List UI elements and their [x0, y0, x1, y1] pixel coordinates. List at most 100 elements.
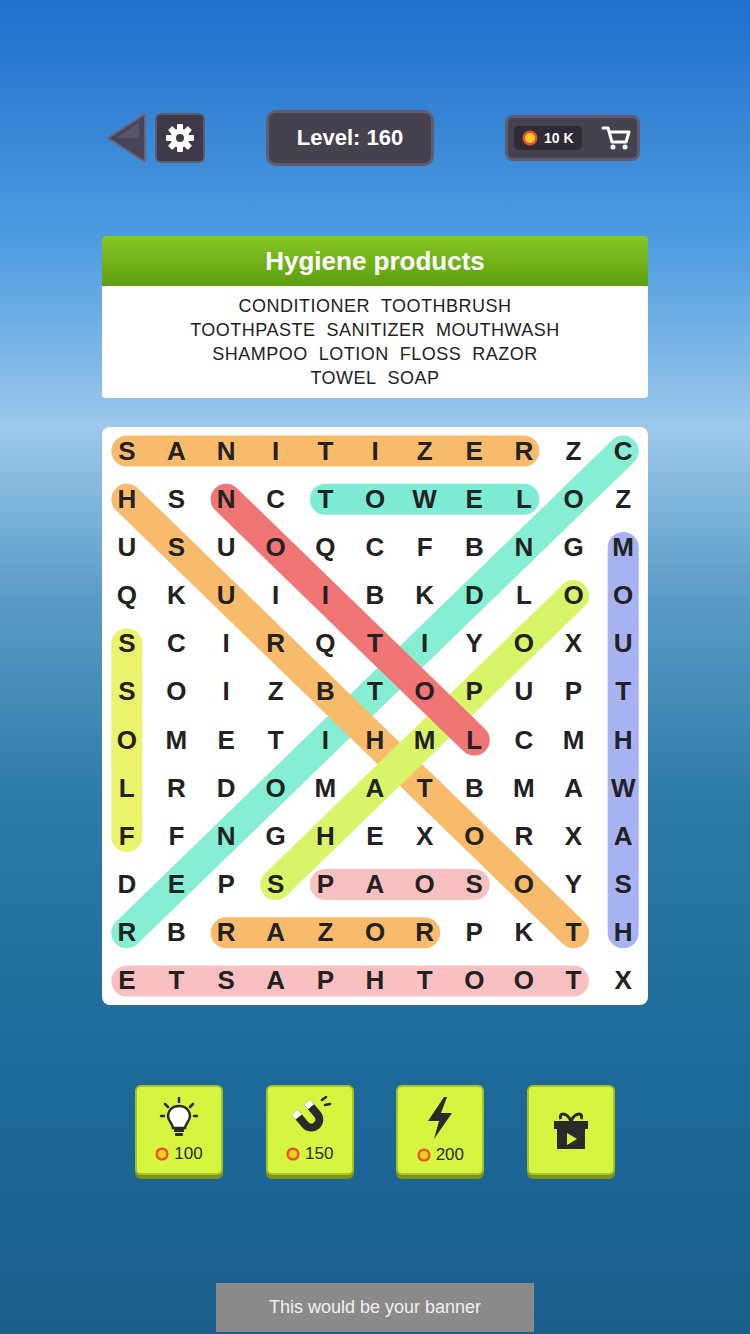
grid-letter[interactable]: T — [152, 957, 202, 1005]
grid-letter[interactable]: W — [400, 475, 450, 523]
grid-letter[interactable]: P — [301, 957, 351, 1005]
grid-letter[interactable]: I — [201, 668, 251, 716]
grid-letter[interactable]: K — [400, 572, 450, 620]
grid-letter[interactable]: E — [102, 957, 152, 1005]
grid-letter[interactable]: L — [449, 716, 499, 764]
grid-letter[interactable]: S — [152, 475, 202, 523]
grid-letter[interactable]: I — [400, 620, 450, 668]
grid-letter[interactable]: T — [400, 957, 450, 1005]
grid-letter[interactable]: A — [549, 764, 599, 812]
grid-letter[interactable]: U — [102, 523, 152, 571]
grid-letter[interactable]: T — [251, 716, 301, 764]
grid-letter[interactable]: O — [549, 572, 599, 620]
grid-letter[interactable]: M — [301, 764, 351, 812]
grid-letter[interactable]: Z — [549, 427, 599, 475]
grid-letter[interactable]: A — [350, 861, 400, 909]
grid-letter[interactable]: O — [350, 475, 400, 523]
grid-letter[interactable]: P — [301, 861, 351, 909]
grid-letter[interactable]: H — [598, 716, 648, 764]
grid-letter[interactable]: E — [350, 812, 400, 860]
grid-letter[interactable]: N — [201, 475, 251, 523]
grid-letter[interactable]: N — [201, 812, 251, 860]
grid-letter[interactable]: N — [499, 523, 549, 571]
grid-letter[interactable]: C — [499, 716, 549, 764]
grid-letter[interactable]: O — [152, 668, 202, 716]
grid-letter[interactable]: O — [400, 861, 450, 909]
letter-grid[interactable]: SANITIZERZCHSNCTOWELOZUSUOQCFBNGMQKUIIBK… — [102, 427, 648, 1005]
grid-letter[interactable]: I — [301, 716, 351, 764]
grid-letter[interactable]: I — [350, 427, 400, 475]
grid-letter[interactable]: K — [499, 909, 549, 957]
grid-letter[interactable]: E — [152, 861, 202, 909]
grid-letter[interactable]: Y — [549, 861, 599, 909]
grid-letter[interactable]: P — [449, 909, 499, 957]
grid-letter[interactable]: A — [350, 764, 400, 812]
grid-letter[interactable]: Z — [400, 427, 450, 475]
grid-letter[interactable]: C — [598, 427, 648, 475]
grid-letter[interactable]: L — [499, 475, 549, 523]
grid-letter[interactable]: B — [350, 572, 400, 620]
magnet-button[interactable]: 150 — [266, 1085, 354, 1175]
bolt-button[interactable]: 200 — [396, 1085, 484, 1175]
grid-letter[interactable]: Q — [301, 523, 351, 571]
grid-letter[interactable]: I — [301, 572, 351, 620]
grid-letter[interactable]: U — [499, 668, 549, 716]
grid-letter[interactable]: S — [102, 620, 152, 668]
grid-letter[interactable]: C — [350, 523, 400, 571]
grid-letter[interactable]: A — [251, 957, 301, 1005]
grid-letter[interactable]: O — [251, 764, 301, 812]
grid-letter[interactable]: S — [201, 957, 251, 1005]
grid-letter[interactable]: R — [499, 427, 549, 475]
grid-letter[interactable]: H — [102, 475, 152, 523]
grid-letter[interactable]: I — [201, 620, 251, 668]
grid-letter[interactable]: U — [201, 572, 251, 620]
grid-letter[interactable]: F — [400, 523, 450, 571]
grid-letter[interactable]: X — [598, 957, 648, 1005]
grid-letter[interactable]: Q — [102, 572, 152, 620]
grid-letter[interactable]: M — [499, 764, 549, 812]
grid-letter[interactable]: T — [301, 475, 351, 523]
grid-letter[interactable]: C — [251, 475, 301, 523]
grid-letter[interactable]: L — [499, 572, 549, 620]
grid-letter[interactable]: Z — [301, 909, 351, 957]
grid-letter[interactable]: P — [449, 668, 499, 716]
grid-letter[interactable]: S — [598, 861, 648, 909]
grid-letter[interactable]: R — [251, 620, 301, 668]
grid-letter[interactable]: S — [449, 861, 499, 909]
grid-letter[interactable]: O — [251, 523, 301, 571]
grid-letter[interactable]: F — [102, 812, 152, 860]
grid-letter[interactable]: B — [449, 764, 499, 812]
grid-letter[interactable]: O — [102, 716, 152, 764]
grid-letter[interactable]: O — [449, 812, 499, 860]
grid-letter[interactable]: R — [102, 909, 152, 957]
grid-letter[interactable]: P — [549, 668, 599, 716]
grid-letter[interactable]: X — [549, 620, 599, 668]
grid-letter[interactable]: K — [152, 572, 202, 620]
grid-letter[interactable]: Y — [449, 620, 499, 668]
grid-letter[interactable]: D — [102, 861, 152, 909]
grid-letter[interactable]: B — [449, 523, 499, 571]
coins-display[interactable]: 10 K — [505, 115, 640, 161]
grid-letter[interactable]: O — [499, 620, 549, 668]
back-button[interactable] — [105, 112, 147, 164]
grid-letter[interactable]: R — [152, 764, 202, 812]
grid-letter[interactable]: U — [598, 620, 648, 668]
grid-letter[interactable]: E — [449, 475, 499, 523]
grid-letter[interactable]: Z — [251, 668, 301, 716]
grid-letter[interactable]: D — [449, 572, 499, 620]
grid-letter[interactable]: S — [102, 668, 152, 716]
grid-letter[interactable]: B — [301, 668, 351, 716]
grid-letter[interactable]: O — [499, 861, 549, 909]
grid-letter[interactable]: E — [201, 716, 251, 764]
grid-letter[interactable]: E — [449, 427, 499, 475]
grid-letter[interactable]: X — [400, 812, 450, 860]
grid-letter[interactable]: M — [400, 716, 450, 764]
grid-letter[interactable]: A — [598, 812, 648, 860]
grid-letter[interactable]: H — [301, 812, 351, 860]
grid-letter[interactable]: T — [549, 909, 599, 957]
grid-letter[interactable]: R — [400, 909, 450, 957]
grid-letter[interactable]: R — [499, 812, 549, 860]
grid-letter[interactable]: Z — [598, 475, 648, 523]
grid-letter[interactable]: A — [251, 909, 301, 957]
grid-letter[interactable]: O — [400, 668, 450, 716]
